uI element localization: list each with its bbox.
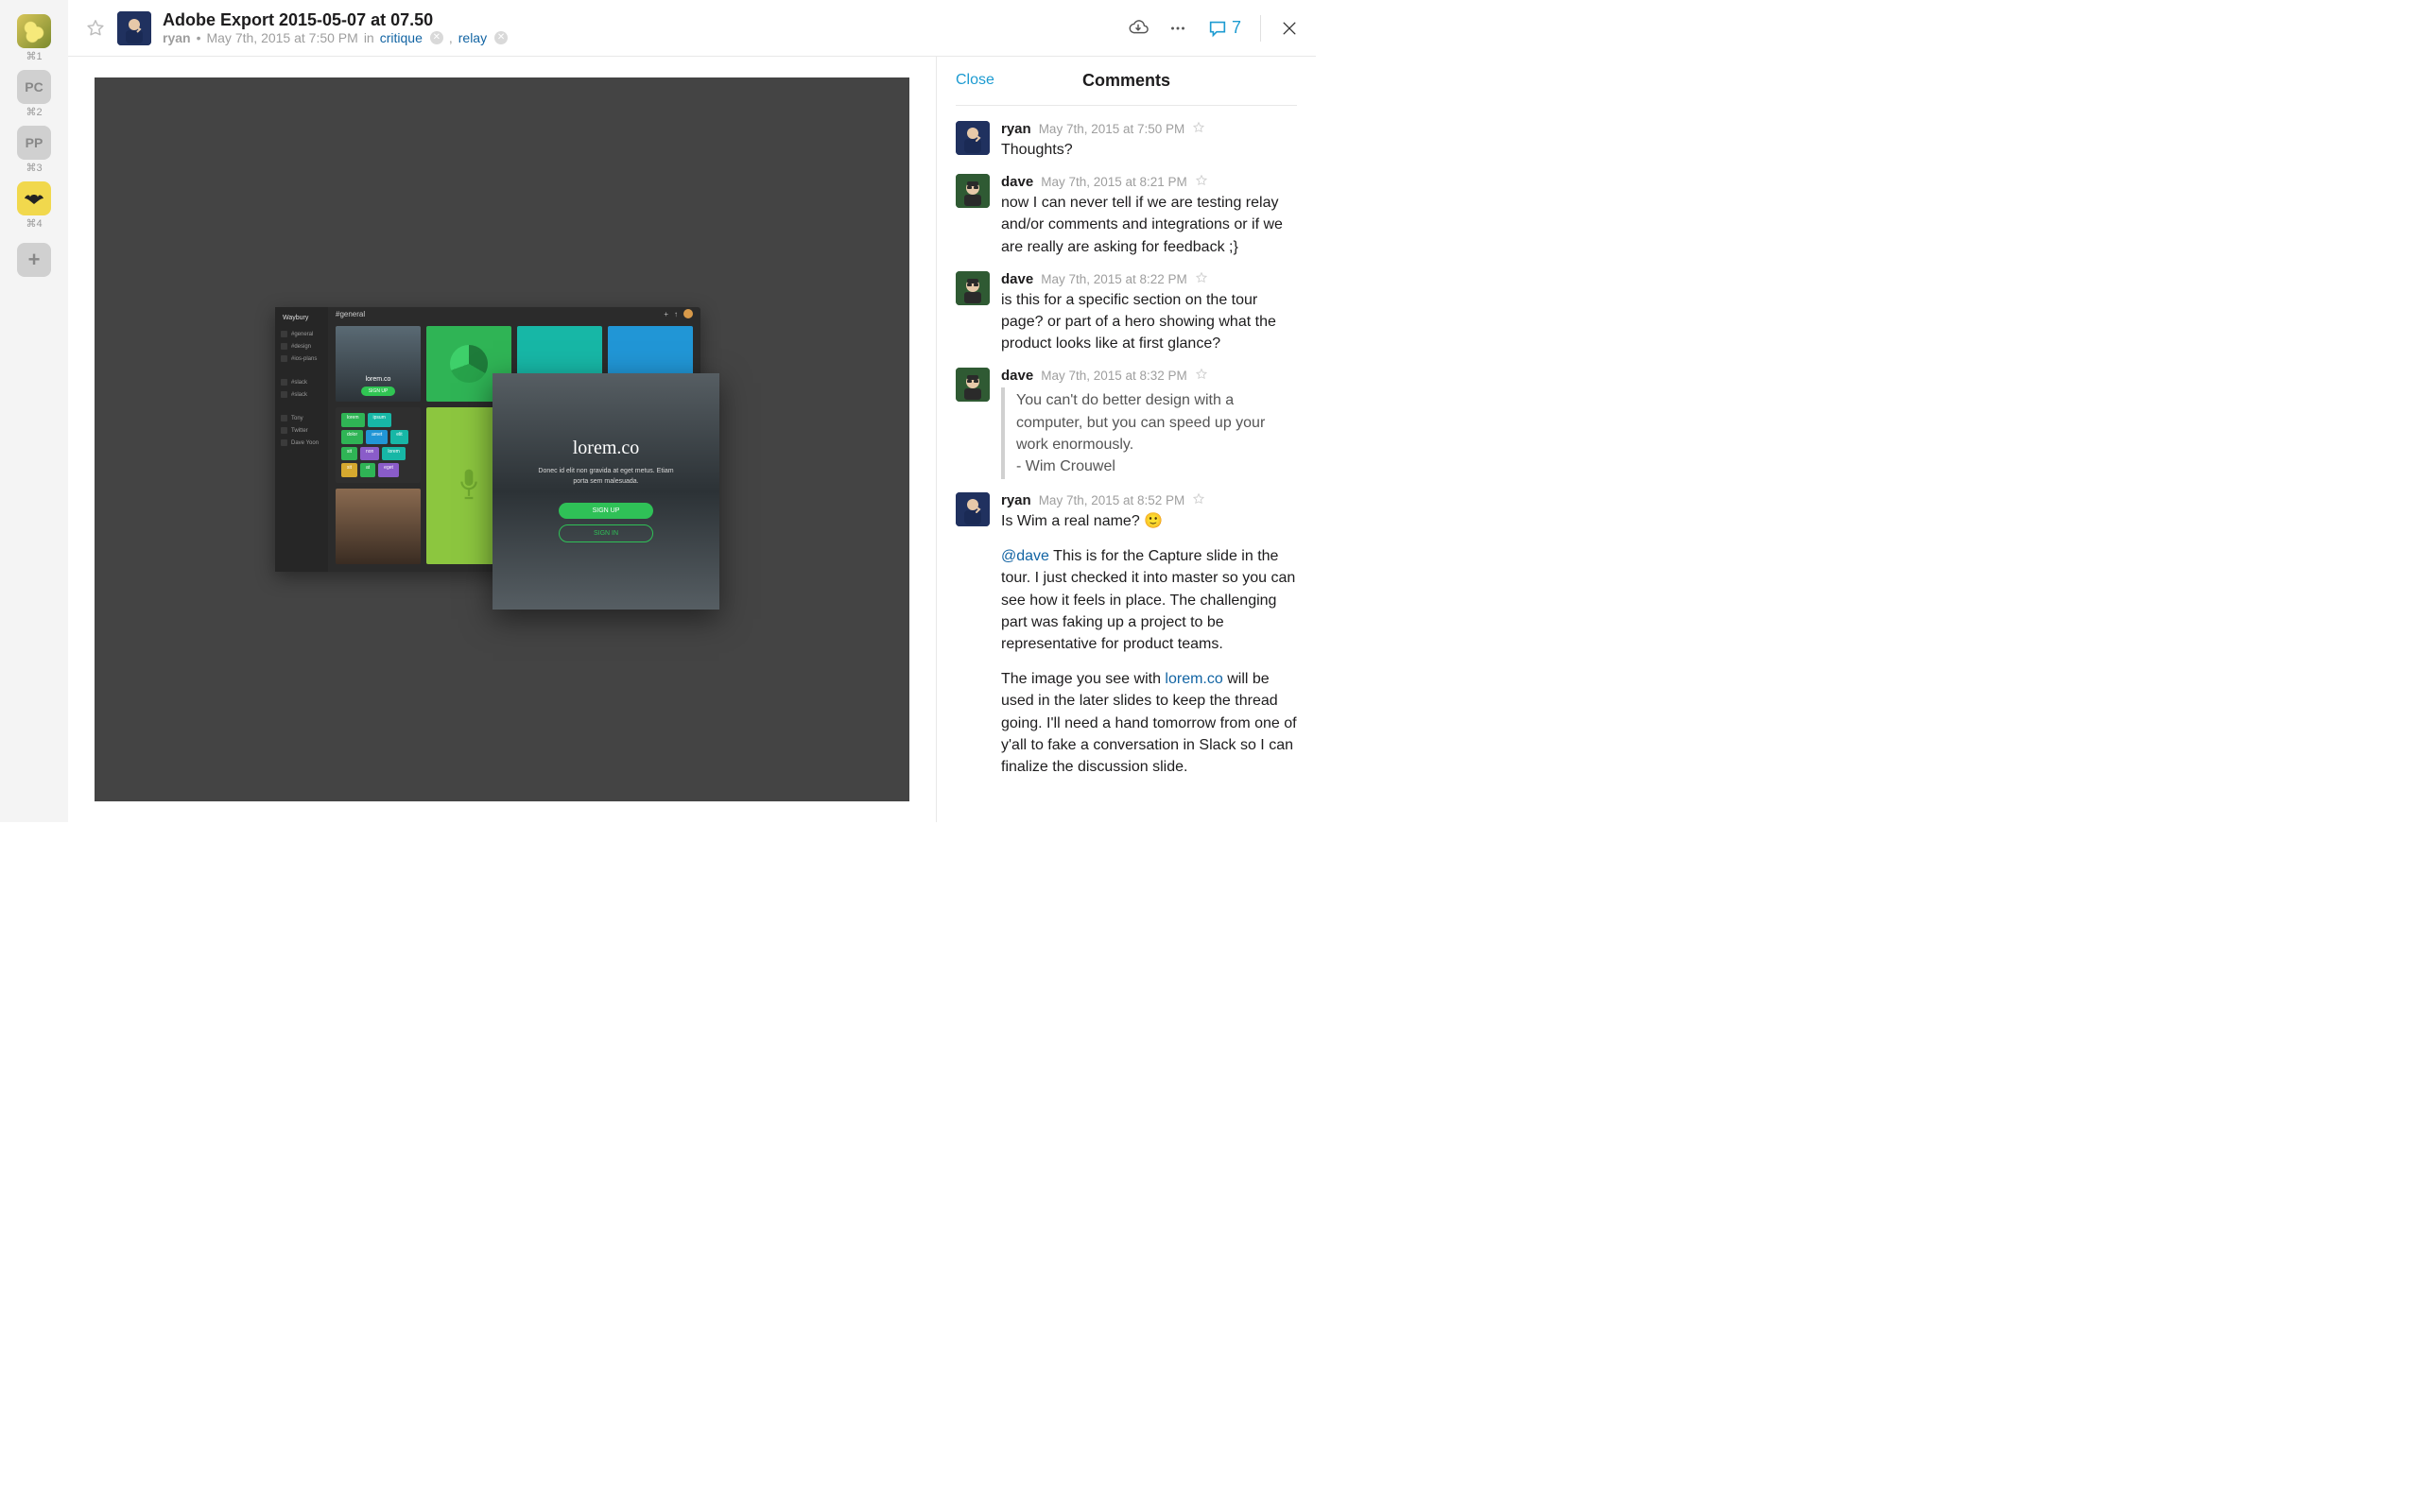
comment-avatar[interactable]: [956, 174, 990, 208]
comment-item: ryan May 7th, 2015 at 7:50 PM Thoughts?: [956, 121, 1297, 161]
image-viewer[interactable]: Waybury #general #design #ios-plans #sla…: [68, 57, 936, 822]
workspace-rail: ⌘1 PC ⌘2 PP ⌘3 ⌘4 +: [0, 0, 68, 822]
workspace-shortcut: ⌘2: [26, 106, 42, 118]
channel-link-relay[interactable]: relay: [458, 30, 487, 45]
more-icon[interactable]: [1167, 18, 1188, 39]
comment-item: dave May 7th, 2015 at 8:22 PM is this for …: [956, 271, 1297, 355]
mock-hero: lorem.co Donec id elit non gravida at eg…: [493, 373, 719, 610]
remove-channel-icon[interactable]: ✕: [430, 31, 443, 44]
workspace-letters-icon: PC: [17, 70, 51, 104]
comment-time: May 7th, 2015 at 8:22 PM: [1041, 272, 1187, 286]
comment-author[interactable]: dave: [1001, 368, 1033, 384]
workspace-item-3[interactable]: PP ⌘3: [17, 126, 51, 174]
mention-link[interactable]: @dave: [1001, 548, 1049, 564]
comment-item: dave May 7th, 2015 at 8:21 PM now I can ne…: [956, 174, 1297, 258]
star-icon[interactable]: [1192, 492, 1205, 508]
close-panel-button[interactable]: Close: [956, 72, 994, 89]
emoji-icon: 🙂: [1144, 510, 1163, 532]
comment-time: May 7th, 2015 at 8:32 PM: [1041, 369, 1187, 383]
workspace-item-1[interactable]: ⌘1: [17, 14, 51, 62]
remove-channel-icon[interactable]: ✕: [494, 31, 508, 44]
star-icon[interactable]: [1195, 271, 1208, 287]
mock-design: Waybury #general #design #ios-plans #sla…: [275, 307, 729, 572]
in-word: in: [364, 30, 374, 45]
comment-text: now I can never tell if we are testing r…: [1001, 192, 1297, 258]
file-header: Adobe Export 2015-05-07 at 07.50 ryan • …: [68, 0, 1316, 57]
mock-avatar-dot: [683, 309, 693, 318]
comment-text: @dave This is for the Capture slide in t…: [1001, 545, 1297, 655]
divider: [1260, 15, 1261, 42]
hero-body: Donec id elit non gravida at eget metus.…: [535, 467, 677, 487]
hero-secondary-button: SIGN IN: [559, 524, 653, 542]
comment-author[interactable]: ryan: [1001, 121, 1031, 137]
microphone-icon: [457, 467, 481, 505]
comment-time: May 7th, 2015 at 8:52 PM: [1039, 493, 1185, 507]
comment-avatar[interactable]: [956, 368, 990, 402]
file-meta: ryan • May 7th, 2015 at 7:50 PM in criti…: [163, 30, 508, 45]
comments-list[interactable]: ryan May 7th, 2015 at 7:50 PM Thoughts? dav…: [937, 106, 1316, 822]
comment-count-button[interactable]: 7: [1207, 18, 1241, 39]
comment-count-value: 7: [1232, 18, 1241, 38]
comment-text: Thoughts?: [1001, 139, 1297, 161]
comment-text: is this for a specific section on the to…: [1001, 289, 1297, 355]
plus-icon: +: [17, 243, 51, 277]
comment-author[interactable]: ryan: [1001, 492, 1031, 508]
comment-avatar[interactable]: [956, 271, 990, 305]
panel-title: Comments: [1082, 71, 1170, 91]
hero-title: lorem.co: [573, 438, 640, 459]
comment-author[interactable]: dave: [1001, 271, 1033, 287]
author-avatar[interactable]: [117, 11, 151, 45]
comment-avatar[interactable]: [956, 492, 990, 526]
pie-chart-icon: [450, 345, 488, 383]
comment-avatar[interactable]: [956, 121, 990, 155]
star-icon[interactable]: [85, 18, 106, 39]
comment-time: May 7th, 2015 at 7:50 PM: [1039, 122, 1185, 136]
workspace-item-4[interactable]: ⌘4: [17, 181, 51, 230]
workspace-item-2[interactable]: PC ⌘2: [17, 70, 51, 118]
comment-time: May 7th, 2015 at 8:21 PM: [1041, 175, 1187, 189]
comment-icon: [1207, 18, 1228, 39]
author-name[interactable]: ryan: [163, 30, 191, 45]
star-icon[interactable]: [1192, 121, 1205, 137]
close-icon[interactable]: [1280, 19, 1299, 38]
star-icon[interactable]: [1195, 174, 1208, 190]
add-workspace-button[interactable]: +: [17, 243, 51, 277]
star-icon[interactable]: [1195, 368, 1208, 384]
inline-link[interactable]: lorem.co: [1165, 671, 1222, 687]
workspace-shortcut: ⌘1: [26, 50, 42, 62]
comment-text: Is Wim a real name? 🙂: [1001, 510, 1297, 532]
comment-item: ryan May 7th, 2015 at 8:52 PM Is Wim a rea…: [956, 492, 1297, 778]
file-title: Adobe Export 2015-05-07 at 07.50: [163, 10, 508, 30]
workspace-shortcut: ⌘3: [26, 162, 42, 174]
comment-quote: You can't do better design with a comput…: [1001, 387, 1297, 479]
workspace-shortcut: ⌘4: [26, 217, 42, 230]
comment-author[interactable]: dave: [1001, 174, 1033, 190]
workspace-avatar-icon: [17, 14, 51, 48]
download-icon[interactable]: [1128, 18, 1149, 39]
batman-icon: [17, 181, 51, 215]
comments-panel: Close Comments ryan May 7th, 2015 at 7:50…: [936, 57, 1316, 822]
mock-brand: Waybury: [281, 315, 322, 321]
hero-primary-button: SIGN UP: [559, 503, 653, 519]
channel-link-critique[interactable]: critique: [380, 30, 423, 45]
comment-item: dave May 7th, 2015 at 8:32 PM You can't do…: [956, 368, 1297, 479]
comment-text: The image you see with lorem.co will be …: [1001, 668, 1297, 778]
workspace-letters-icon: PP: [17, 126, 51, 160]
image-canvas: Waybury #general #design #ios-plans #sla…: [95, 77, 909, 801]
file-timestamp: May 7th, 2015 at 7:50 PM: [206, 30, 357, 45]
